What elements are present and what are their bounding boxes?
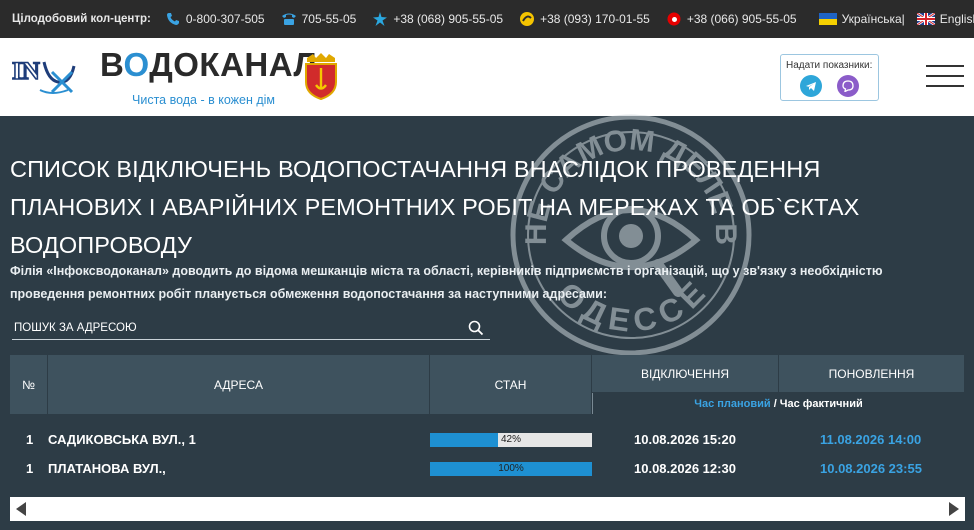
phone-number: +38 (093) 170-01-55 <box>540 12 650 26</box>
water-drop-o-icon: О <box>123 46 150 83</box>
slogan: Чиста вода - в кожен дім <box>132 93 275 107</box>
row-shutoff-time: 10.08.2026 12:30 <box>634 461 736 476</box>
lang-ukrainian-label: Українська| <box>841 12 905 26</box>
col-header-restore: ПОНОВЛЕННЯ <box>779 355 964 392</box>
col-header-status-label: СТАН <box>494 377 527 392</box>
row-restore-time: 11.08.2026 14:00 <box>820 432 922 447</box>
address-search <box>12 316 490 340</box>
col-header-shutoff-label: ВІДКЛЮЧЕННЯ <box>640 366 730 381</box>
vodokanal-brand[interactable]: ВОДОКАНАЛ <box>100 46 317 84</box>
brand-letter-v: В <box>100 46 124 83</box>
viber-icon[interactable] <box>837 75 859 97</box>
row-address: САДИКОВСЬКА ВУЛ., 1 <box>48 432 196 447</box>
lang-english-label: English <box>939 12 974 26</box>
col-header-num: № <box>10 355 47 414</box>
col-header-shutoff: ВІДКЛЮЧЕННЯ <box>592 355 778 392</box>
table-row[interactable]: 1 ПЛАТАНОВА ВУЛ., 100% 10.08.2026 12:30 … <box>10 455 964 483</box>
ukraine-flag-icon <box>818 13 837 25</box>
row-address: ПЛАТАНОВА ВУЛ., <box>48 461 166 476</box>
phone-link-hotline[interactable]: 0-800-307-505 <box>165 11 265 27</box>
scroll-right-icon[interactable] <box>949 502 959 516</box>
row-num: 1 <box>26 432 34 447</box>
infox-logo[interactable]: IN <box>11 52 88 96</box>
address-search-input[interactable] <box>14 318 454 338</box>
col-header-address: АДРЕСА <box>48 355 429 414</box>
hamburger-menu-icon[interactable] <box>926 65 964 91</box>
row-restore-time: 10.08.2026 23:55 <box>820 461 922 476</box>
submit-meter-readings: Надати показники: <box>780 54 879 101</box>
progress-label: 100% <box>498 463 524 474</box>
col-header-restore-label: ПОНОВЛЕННЯ <box>828 366 915 381</box>
time-planned-toggle[interactable]: Час плановий <box>694 398 770 410</box>
lang-ukrainian[interactable]: Українська| <box>818 12 905 26</box>
time-legend: Час плановий / Час фактичний <box>592 393 964 414</box>
lifecell-icon <box>519 11 535 27</box>
phone-link-landline[interactable]: 705-55-05 <box>281 11 357 27</box>
phone-link-kyivstar[interactable]: +38 (068) 905-55-05 <box>372 11 503 27</box>
intro-text: Філія «Інфоксводоканал» доводить до відо… <box>10 264 883 301</box>
col-header-address-label: АДРЕСА <box>214 377 263 392</box>
time-separator: / <box>773 397 777 410</box>
phone-number: 705-55-05 <box>301 12 357 26</box>
top-contact-bar: Цілодобовий кол-центр: 0-800-307-505 705… <box>0 0 974 38</box>
phone-number: +38 (066) 905-55-05 <box>686 12 797 26</box>
row-shutoff-time: 10.08.2026 15:20 <box>634 432 736 447</box>
repair-progress-bar: 100% <box>430 462 592 476</box>
telegram-icon[interactable] <box>800 75 822 97</box>
phone-link-lifecell[interactable]: +38 (093) 170-01-55 <box>519 11 650 27</box>
phone-number: 0-800-307-505 <box>185 12 265 26</box>
page-title: СПИСОК ВІДКЛЮЧЕНЬ ВОДОПОСТАЧАННЯ ВНАСЛІД… <box>10 156 860 258</box>
col-header-num-label: № <box>22 377 35 392</box>
time-actual-toggle[interactable]: Час фактичний <box>780 398 863 410</box>
kyivstar-icon <box>372 11 388 27</box>
vodafone-icon <box>666 11 682 27</box>
progress-label: 42% <box>500 434 521 445</box>
repair-progress-bar: 42% <box>430 433 592 447</box>
phone-link-vodafone[interactable]: +38 (066) 905-55-05 <box>666 11 797 27</box>
meter-readings-label: Надати показники: <box>786 60 873 71</box>
row-num: 1 <box>26 461 34 476</box>
table-row[interactable]: 1 САДИКОВСЬКА ВУЛ., 1 42% 10.08.2026 15:… <box>10 426 964 454</box>
lang-english[interactable]: English <box>916 11 974 27</box>
phone-icon <box>165 11 181 27</box>
site-header: IN ВОДОКАНАЛ Чиста вода - в кожен дім На… <box>0 38 974 116</box>
search-icon[interactable] <box>468 320 484 336</box>
uk-flag-icon <box>916 11 936 27</box>
call-center-label: Цілодобовий кол-центр: <box>12 13 151 25</box>
brand-rest: ДОКАНАЛ <box>149 46 318 83</box>
scroll-left-icon[interactable] <box>16 502 26 516</box>
horizontal-scrollbar[interactable] <box>10 497 965 521</box>
landline-phone-icon <box>281 11 297 27</box>
col-header-status: СТАН <box>430 355 591 414</box>
svg-text:IN: IN <box>12 58 40 85</box>
odesa-coat-of-arms-icon <box>303 52 339 101</box>
phone-number: +38 (068) 905-55-05 <box>393 12 504 26</box>
